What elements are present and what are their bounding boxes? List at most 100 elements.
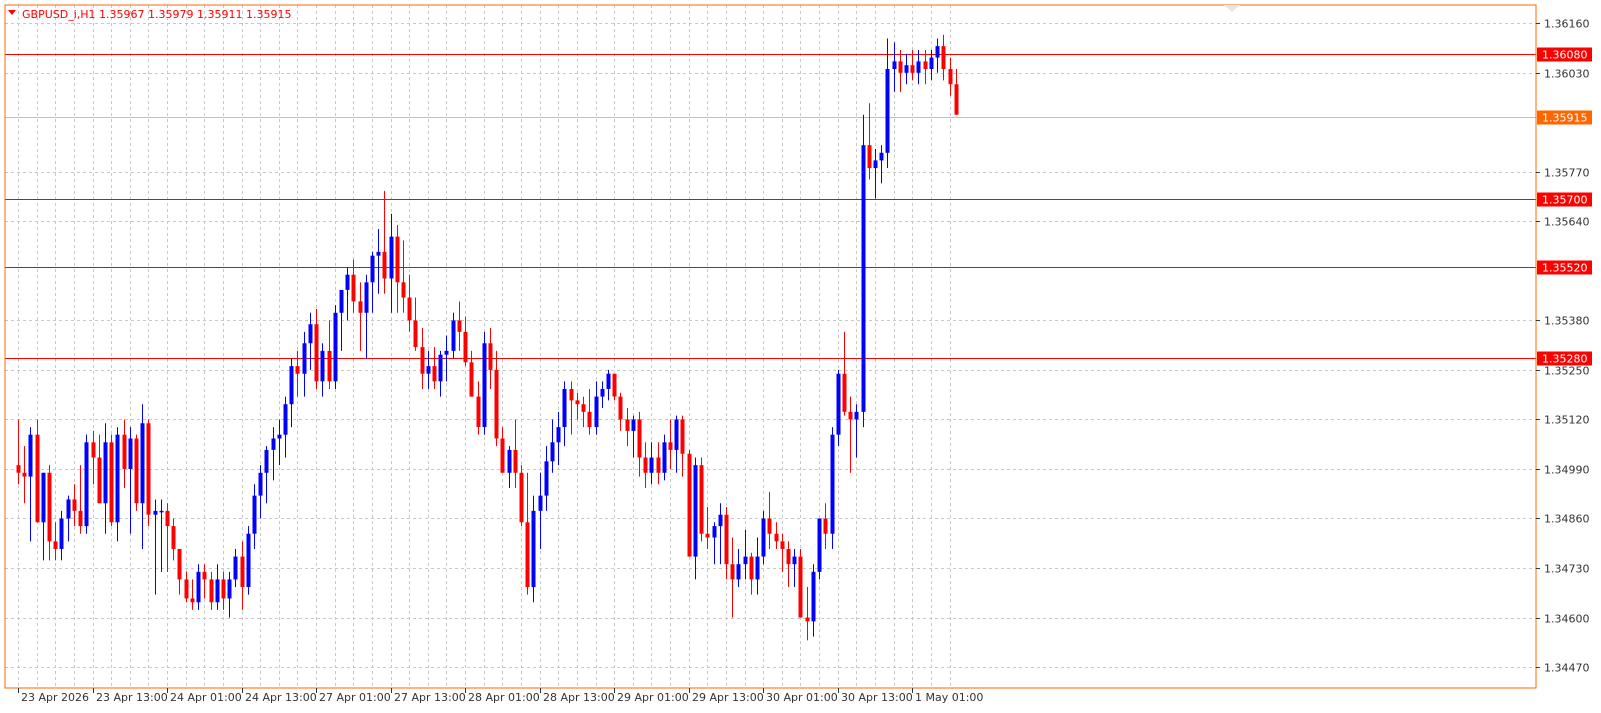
level-tag-label: 1.35280 [1542,353,1588,366]
x-tick-label: 27 Apr 13:00 [394,691,466,704]
y-tick-label: 1.36030 [1544,68,1590,81]
candle-body [798,556,803,618]
candle-body [786,548,791,565]
candle-body [258,472,263,496]
candle-body [128,438,133,469]
candle-body [724,514,729,565]
candle-body [432,366,437,382]
x-tick-label: 30 Apr 13:00 [841,691,913,704]
candle-body [594,396,599,428]
candle-body [401,282,406,298]
candle [861,114,866,428]
candle-body [277,434,282,439]
level-tag-label: 1.36080 [1542,49,1588,62]
candle-body [600,388,605,397]
candle-body [476,396,481,428]
candle [35,419,40,523]
candle-body [482,343,487,428]
candle-body [420,347,425,374]
candle-body [488,343,493,370]
candle-body [59,518,64,549]
current-price-label: 1.35915 [1542,112,1588,125]
candle-body [264,449,269,473]
candle-body [854,411,859,420]
candle-body [177,548,182,580]
candle-body [240,556,245,588]
x-tick-label: 24 Apr 01:00 [170,691,242,704]
x-tick-label: 30 Apr 01:00 [766,691,838,704]
candle-body [72,499,77,511]
candle-body [271,438,276,450]
price-chart[interactable]: 1.36160 1.36030 1.35770 1.35640 1.35380 1.352… [0,0,1601,713]
candle-body [569,388,574,401]
candle-body [159,510,164,513]
candle-body [916,61,921,73]
candle-body [923,61,928,69]
candle-body [910,65,915,73]
candle-body [792,556,797,565]
candle-body [736,564,741,580]
candle-body [656,457,661,473]
candle-body [115,434,120,523]
candle-body [531,510,536,588]
candle-body [444,350,449,355]
candle-body [202,571,207,580]
candle-body [898,61,903,73]
candle [84,434,89,534]
candle-body [438,354,443,382]
candle-body [97,457,102,504]
candle-body [233,556,238,580]
candle-body [35,434,40,523]
candle-body [780,541,785,549]
y-tick-label: 1.35380 [1544,315,1590,328]
candle [109,434,114,527]
y-tick-label: 1.35770 [1544,167,1590,180]
candle-body [320,350,325,382]
candle-body [718,514,723,527]
x-tick-label: 29 Apr 01:00 [617,691,689,704]
candle-body [861,145,866,412]
candle-body [78,510,83,527]
candle-body [892,61,897,69]
candle-body [246,533,251,588]
candle-body [209,579,214,603]
x-tick-label: 28 Apr 01:00 [468,691,540,704]
y-tick-label: 1.35250 [1544,365,1590,378]
candle-body [687,453,692,557]
y-tick-label: 1.34860 [1544,513,1590,526]
candle-body [873,160,878,169]
candle-body [730,564,735,580]
candle [761,510,766,565]
x-tick-label: 23 Apr 13:00 [96,691,168,704]
candle-body [879,152,884,161]
y-tick-label: 1.34990 [1544,464,1590,477]
candle-body [935,46,940,58]
candle [519,465,524,527]
candle-body [134,438,139,504]
candle-body [705,533,710,538]
candle [482,331,487,435]
candle-body [948,68,953,85]
candle-body [221,579,226,599]
candle-body [767,518,772,534]
candle-body [842,373,847,412]
candle-body [389,236,394,279]
candle-body [749,556,754,580]
candle-body [494,369,499,439]
y-tick-label: 1.34730 [1544,563,1590,576]
candle-body [674,419,679,450]
candle-body [333,312,338,382]
candle-body [457,320,462,332]
candle-body [643,457,648,473]
candle-body [743,556,748,565]
candle-body [550,442,555,462]
candle-body [370,255,375,283]
candle-body [761,518,766,557]
candle-body [295,366,300,374]
candle-body [358,301,363,313]
candle [836,369,841,447]
candle-body [519,472,524,523]
candle-body [556,427,561,443]
candle-body [823,518,828,534]
candle-body [283,404,288,435]
